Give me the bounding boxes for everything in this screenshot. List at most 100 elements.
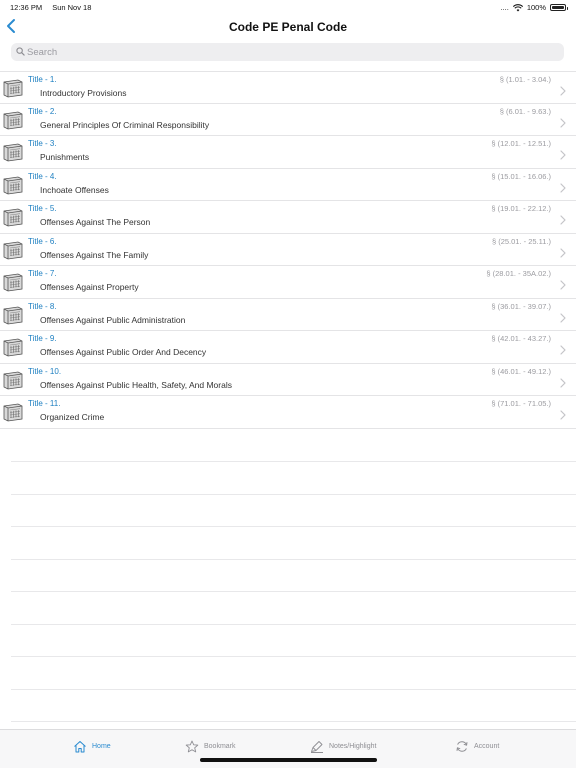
title-number: Title - 5. — [28, 204, 57, 213]
section-range: § (28.01. - 35A.02.) — [486, 269, 551, 278]
chevron-right-icon — [560, 150, 566, 160]
status-time: 12:36 PM — [10, 3, 43, 12]
section-range: § (25.01. - 25.11.) — [491, 236, 551, 246]
section-range: § (42.01. - 43.27.) — [491, 334, 551, 343]
title-number: Title - 11. — [28, 399, 61, 408]
title-name: Offenses Against Property — [40, 282, 139, 292]
title-name: Offenses Against Public Order And Decenc… — [40, 347, 207, 357]
section-range: § (15.01. - 16.06.) — [491, 171, 551, 181]
title-name: Offenses Against The Person — [40, 217, 151, 227]
section-range: § (19.01. - 22.12.) — [491, 204, 551, 213]
highlighter-icon — [311, 740, 323, 753]
battery-percent: 100% — [526, 3, 546, 12]
list-item[interactable]: Title - 1. Introductory Provisions § (1.01… — [0, 71, 576, 104]
tab-account[interactable]: Account — [455, 735, 499, 757]
home-indicator — [200, 758, 377, 762]
chevron-right-icon — [560, 410, 566, 420]
star-icon — [185, 740, 199, 752]
tab-bookmark-label: Bookmark — [204, 742, 236, 750]
title-number: Title - 6. — [28, 236, 57, 246]
book-icon — [3, 306, 23, 324]
chevron-right-icon — [560, 182, 566, 193]
chevron-right-icon — [560, 117, 566, 128]
title-number: Title - 3. — [28, 139, 57, 148]
tab-bookmark[interactable]: Bookmark — [185, 735, 236, 757]
page-title: Code PE Penal Code — [228, 20, 348, 34]
title-name: Offenses Against Public Administration — [40, 314, 186, 325]
section-range: § (36.01. - 39.07.) — [491, 301, 551, 311]
list-item[interactable]: Title - 2. General Principles Of Criminal… — [0, 104, 576, 136]
book-icon — [3, 371, 23, 389]
wifi-icon — [512, 3, 523, 11]
status-bar: 12:36 PM Sun Nov 18 .... 100% — [0, 0, 576, 14]
book-icon — [3, 176, 23, 194]
tab-bar: Home Bookmark Notes/Highlight Account — [0, 729, 576, 768]
chevron-right-icon — [560, 312, 566, 323]
book-icon — [3, 338, 23, 357]
chevron-right-icon — [560, 86, 566, 96]
book-icon — [3, 143, 23, 162]
list-item[interactable]: Title - 3. Punishments § (12.01. - 12.51.) — [0, 136, 576, 169]
book-icon — [3, 273, 23, 292]
title-number: Title - 10. — [28, 366, 62, 376]
title-number: Title - 4. — [28, 171, 57, 181]
list-item[interactable]: Title - 5. Offenses Against The Person § (… — [0, 201, 576, 234]
title-name: Offenses Against Public Health, Safety, … — [40, 379, 232, 390]
search-icon — [16, 47, 25, 56]
chevron-right-icon — [560, 280, 566, 290]
empty-row-divider — [11, 656, 576, 657]
title-name: Introductory Provisions — [40, 88, 127, 98]
tab-home-label: Home — [92, 742, 111, 750]
list-item[interactable]: Title - 9. Offenses Against Public Order … — [0, 331, 576, 364]
section-range: § (46.01. - 49.12.) — [491, 366, 551, 376]
title-number: Title - 1. — [28, 75, 57, 84]
book-icon — [3, 208, 23, 227]
list-item[interactable]: Title - 10. Offenses Against Public Healt… — [0, 364, 576, 396]
empty-row-divider — [11, 623, 576, 625]
title-name: General Principles Of Criminal Responsib… — [40, 119, 210, 130]
title-number: Title - 8. — [28, 301, 57, 311]
empty-row-divider — [11, 721, 576, 722]
list-item[interactable]: Title - 8. Offenses Against Public Admini… — [0, 299, 576, 331]
sync-icon — [456, 740, 468, 752]
empty-row-divider — [11, 688, 576, 690]
battery-icon — [550, 4, 568, 11]
title-number: Title - 7. — [28, 269, 57, 278]
tab-account-label: Account — [474, 742, 500, 750]
tab-notes-label: Notes/Highlight — [329, 742, 377, 750]
empty-row-divider — [11, 461, 576, 462]
chevron-right-icon — [560, 247, 566, 258]
section-range: § (1.01. - 3.04.) — [499, 75, 551, 84]
book-icon — [3, 79, 23, 98]
section-range: § (6.01. - 9.63.) — [499, 106, 551, 116]
home-icon — [74, 740, 86, 752]
title-name: Offenses Against The Family — [40, 249, 149, 260]
title-list: Title - 1. Introductory Provisions § (1.01… — [0, 71, 576, 429]
title-name: Inchoate Offenses — [40, 184, 109, 195]
list-item[interactable]: Title - 6. Offenses Against The Family § (… — [0, 234, 576, 266]
empty-row-divider — [11, 558, 576, 560]
signal-dots: .... — [500, 3, 509, 12]
tab-home[interactable]: Home — [73, 735, 111, 757]
book-icon — [3, 403, 23, 422]
list-item[interactable]: Title - 11. Organized Crime § (71.01. - 71… — [0, 396, 576, 429]
section-range: § (12.01. - 12.51.) — [491, 139, 551, 148]
empty-row-divider — [11, 493, 576, 495]
empty-row-divider — [11, 591, 576, 592]
search-bar[interactable] — [11, 43, 564, 61]
status-date: Sun Nov 18 — [52, 3, 92, 12]
section-range: § (71.01. - 71.05.) — [491, 399, 551, 408]
list-item[interactable]: Title - 7. Offenses Against Property § (28… — [0, 266, 576, 299]
tab-notes-highlight[interactable]: Notes/Highlight — [310, 735, 376, 757]
title-number: Title - 2. — [28, 106, 57, 116]
list-item[interactable]: Title - 4. Inchoate Offenses § (15.01. - 1… — [0, 169, 576, 201]
title-name: Punishments — [40, 152, 90, 162]
chevron-right-icon — [560, 377, 566, 388]
chevron-right-icon — [560, 345, 566, 355]
title-name: Organized Crime — [40, 412, 105, 422]
book-icon — [3, 111, 23, 129]
status-right: .... 100% — [500, 3, 568, 12]
title-number: Title - 9. — [28, 334, 57, 343]
search-input[interactable] — [27, 43, 547, 61]
chevron-right-icon — [560, 215, 566, 225]
